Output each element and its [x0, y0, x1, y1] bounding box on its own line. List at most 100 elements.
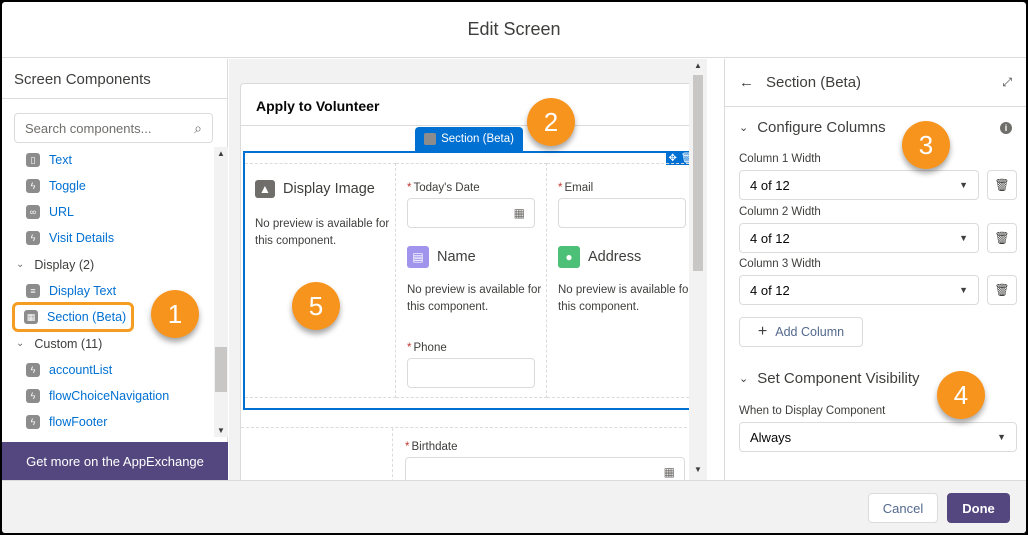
scrollbar-thumb[interactable]	[693, 75, 703, 271]
dropdown-arrow-icon: ▼	[959, 233, 968, 243]
done-button[interactable]: Done	[947, 493, 1010, 523]
expand-icon[interactable]: ⤢	[1002, 75, 1012, 90]
properties-title: Section (Beta)	[766, 74, 862, 91]
contact-card-icon: ▤	[407, 246, 429, 268]
section-column-2[interactable]: * Today's Date ▦ ▤ Name No preview is ava…	[396, 163, 547, 398]
section-icon	[424, 133, 437, 145]
section-column-1[interactable]: ▲ Display Image No preview is available …	[245, 163, 396, 398]
name-component[interactable]: ▤ Name	[407, 246, 476, 268]
component-item-text[interactable]: ▯ Text	[2, 147, 212, 173]
component-item-url[interactable]: ∞ URL	[2, 199, 212, 225]
component-visibility-heading[interactable]: ⌄ Set Component Visibility	[739, 370, 920, 387]
appexchange-link[interactable]: Get more on the AppExchange	[2, 442, 228, 480]
component-item-visit-details[interactable]: ϟ Visit Details	[2, 225, 212, 251]
plus-icon: +	[757, 323, 768, 340]
component-label: Visit Details	[49, 231, 115, 245]
canvas-scrollbar[interactable]: ▲ ▼	[689, 59, 707, 480]
todays-date-input[interactable]: ▦	[407, 198, 535, 228]
search-components-input[interactable]: Search components... ⌕	[14, 113, 213, 143]
component-list-scrollbar[interactable]: ▲ ▼	[214, 147, 228, 437]
scroll-down-icon[interactable]: ▼	[217, 426, 225, 435]
section-icon: ▦	[24, 310, 38, 324]
properties-header: ← Section (Beta) ⤢	[725, 59, 1026, 107]
email-input[interactable]	[558, 198, 686, 228]
column-1-width-select[interactable]: 4 of 12 ▼	[739, 170, 979, 200]
address-component[interactable]: ● Address	[558, 246, 641, 268]
callout-badge: 5	[292, 282, 340, 330]
component-item-section[interactable]: ▦ Section (Beta)	[12, 302, 134, 332]
field-label: * Phone	[407, 342, 447, 354]
dropdown-arrow-icon: ▼	[997, 432, 1006, 442]
delete-column-2-button[interactable]: 🗑	[987, 223, 1017, 253]
component-title: Name	[437, 249, 476, 265]
display-image-component[interactable]: ▲ Display Image	[255, 180, 375, 198]
phone-input[interactable]	[407, 358, 535, 388]
section-tab[interactable]: Section (Beta)	[415, 127, 523, 151]
component-label: Section (Beta)	[47, 310, 127, 324]
field-label: * Today's Date	[407, 182, 480, 194]
component-title: Address	[588, 249, 642, 265]
group-label: Custom (11)	[34, 336, 103, 351]
callout-badge: 2	[527, 98, 575, 146]
field-label: * Birthdate	[405, 441, 458, 453]
edit-screen-modal: Edit Screen Screen Components Search com…	[2, 2, 1026, 533]
visibility-label: When to Display Component	[739, 405, 886, 417]
group-display[interactable]: ⌄ Display (2)	[2, 251, 212, 278]
section-column-3[interactable]: * Email ● Address No preview is available…	[547, 163, 694, 398]
screen-title: Apply to Volunteer	[241, 84, 695, 126]
component-label: URL	[49, 205, 75, 219]
lightning-icon: ϟ	[26, 389, 40, 403]
phone-field: * Phone	[407, 342, 535, 388]
configure-columns-heading[interactable]: ⌄ Configure Columns	[739, 119, 886, 136]
component-label: Text	[49, 153, 72, 167]
chevron-down-icon: ⌄	[739, 373, 749, 385]
search-icon: ⌕	[194, 119, 202, 136]
component-item-flowfooter[interactable]: ϟ flowFooter	[2, 409, 212, 435]
trash-icon: 🗑	[994, 178, 1010, 192]
column-2-width-select[interactable]: 4 of 12 ▼	[739, 223, 979, 253]
lightning-icon: ϟ	[26, 415, 40, 429]
add-column-button[interactable]: + Add Column	[739, 317, 863, 347]
calendar-icon[interactable]: ▦	[514, 206, 525, 220]
column-3-width-label: Column 3 Width	[739, 258, 821, 270]
search-placeholder: Search components...	[25, 120, 152, 136]
component-label: accountList	[49, 363, 113, 377]
calendar-icon[interactable]: ▦	[664, 465, 675, 479]
move-icon[interactable]: ✥	[668, 153, 676, 164]
component-item-toggle[interactable]: ϟ Toggle	[2, 173, 212, 199]
column-3-width-select[interactable]: 4 of 12 ▼	[739, 275, 979, 305]
location-pin-icon: ●	[558, 246, 580, 268]
delete-column-1-button[interactable]: 🗑	[987, 170, 1017, 200]
callout-badge: 1	[151, 290, 199, 338]
todays-date-field: * Today's Date ▦	[407, 182, 535, 228]
visibility-select[interactable]: Always ▼	[739, 422, 1017, 452]
component-title: Display Image	[283, 181, 375, 197]
chevron-down-icon: ⌄	[739, 122, 749, 134]
section-component[interactable]: ✥ 🗑 ▲ Display Image No preview is availab…	[243, 151, 696, 410]
no-preview-text: No preview is available for this compone…	[558, 284, 693, 313]
column-2-width-label: Column 2 Width	[739, 206, 821, 218]
scroll-up-icon[interactable]: ▲	[694, 61, 702, 70]
column-1-width-label: Column 1 Width	[739, 153, 821, 165]
callout-badge: 3	[902, 121, 950, 169]
scrollbar-thumb[interactable]	[215, 347, 227, 392]
delete-column-3-button[interactable]: 🗑	[987, 275, 1017, 305]
info-icon[interactable]: i	[1000, 122, 1012, 134]
text-icon: ▯	[26, 153, 40, 167]
component-label: Display Text	[49, 284, 117, 298]
field-label: * Email	[558, 182, 594, 194]
group-label: Display (2)	[34, 257, 95, 272]
dropdown-arrow-icon: ▼	[959, 180, 968, 190]
scroll-up-icon[interactable]: ▲	[217, 149, 225, 158]
lightning-icon: ϟ	[26, 231, 40, 245]
no-preview-text: No preview is available for this compone…	[255, 218, 390, 247]
cancel-button[interactable]: Cancel	[868, 493, 938, 523]
chevron-down-icon: ⌄	[16, 338, 25, 349]
back-arrow-icon[interactable]: ←	[739, 74, 754, 91]
link-icon: ∞	[26, 205, 40, 219]
email-field: * Email	[558, 182, 686, 228]
component-item-flowchoicenavigation[interactable]: ϟ flowChoiceNavigation	[2, 383, 212, 409]
scroll-down-icon[interactable]: ▼	[694, 465, 702, 474]
callout-badge: 4	[937, 371, 985, 419]
component-item-accountlist[interactable]: ϟ accountList	[2, 357, 212, 383]
